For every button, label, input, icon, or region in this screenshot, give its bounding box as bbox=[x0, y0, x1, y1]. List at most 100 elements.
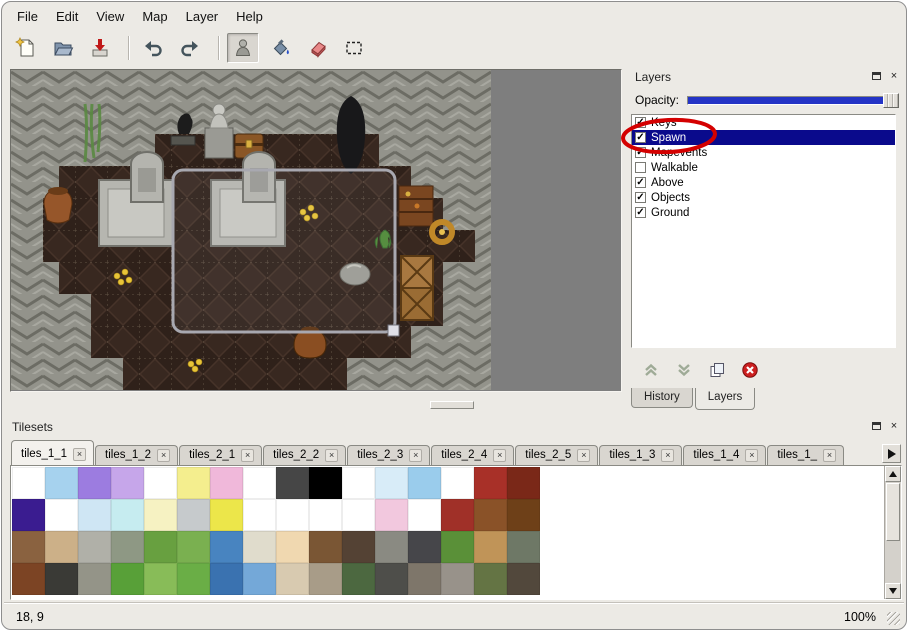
tileset-tab[interactable]: tiles_1_3 × bbox=[599, 445, 682, 465]
palette-tile[interactable] bbox=[309, 467, 342, 499]
palette-tile[interactable] bbox=[342, 467, 375, 499]
rect-select-tool-button[interactable] bbox=[338, 33, 370, 63]
palette-tile[interactable] bbox=[375, 499, 408, 531]
palette-tile[interactable] bbox=[441, 499, 474, 531]
fill-tool-button[interactable] bbox=[264, 33, 296, 63]
palette-tile[interactable] bbox=[507, 467, 540, 499]
palette-tile[interactable] bbox=[78, 499, 111, 531]
layer-checkbox[interactable] bbox=[635, 162, 646, 173]
menu-item[interactable]: Help bbox=[227, 6, 272, 27]
palette-tile[interactable] bbox=[474, 467, 507, 499]
tab-close-icon[interactable]: × bbox=[409, 449, 422, 462]
undo-button[interactable] bbox=[137, 33, 169, 63]
palette-tile[interactable] bbox=[111, 563, 144, 595]
scroll-down-button[interactable] bbox=[885, 583, 901, 599]
tab-close-icon[interactable]: × bbox=[493, 449, 506, 462]
map-selection-rect[interactable] bbox=[173, 170, 399, 336]
dock-tab[interactable]: History bbox=[631, 388, 693, 408]
palette-tile[interactable] bbox=[111, 499, 144, 531]
palette-tile[interactable] bbox=[441, 531, 474, 563]
palette-tile[interactable] bbox=[12, 499, 45, 531]
close-button[interactable]: × bbox=[887, 69, 901, 83]
palette-tile[interactable] bbox=[408, 499, 441, 531]
open-file-button[interactable] bbox=[47, 33, 79, 63]
palette-tile[interactable] bbox=[12, 563, 45, 595]
palette-tile[interactable] bbox=[111, 531, 144, 563]
palette-tile[interactable] bbox=[45, 563, 78, 595]
save-button[interactable] bbox=[84, 33, 116, 63]
palette-tile[interactable] bbox=[507, 563, 540, 595]
tab-close-icon[interactable]: × bbox=[157, 449, 170, 462]
layer-row[interactable]: ✓ Ground bbox=[632, 205, 895, 220]
palette-tile[interactable] bbox=[45, 531, 78, 563]
palette-tile[interactable] bbox=[474, 531, 507, 563]
palette-tile[interactable] bbox=[243, 563, 276, 595]
palette-tile[interactable] bbox=[177, 563, 210, 595]
duplicate-layer-button[interactable] bbox=[707, 360, 727, 380]
palette-tile[interactable] bbox=[12, 467, 45, 499]
close-button[interactable]: × bbox=[887, 419, 901, 433]
tileset-tab[interactable]: tiles_2_3 × bbox=[347, 445, 430, 465]
tab-close-icon[interactable]: × bbox=[325, 449, 338, 462]
layer-checkbox[interactable]: ✓ bbox=[635, 177, 646, 188]
layer-row[interactable]: ✓ Spawn bbox=[632, 130, 895, 145]
palette-tile[interactable] bbox=[45, 467, 78, 499]
map-viewport[interactable] bbox=[10, 69, 622, 392]
vertical-scrollbar[interactable] bbox=[884, 466, 901, 599]
palette-tile[interactable] bbox=[177, 531, 210, 563]
redo-button[interactable] bbox=[174, 33, 206, 63]
tileset-tab[interactable]: tiles_2_1 × bbox=[179, 445, 262, 465]
palette-tile[interactable] bbox=[210, 531, 243, 563]
palette-tile[interactable] bbox=[45, 499, 78, 531]
palette-tile[interactable] bbox=[408, 563, 441, 595]
palette-tile[interactable] bbox=[474, 499, 507, 531]
tileset-tab[interactable]: tiles_1_2 × bbox=[95, 445, 178, 465]
move-layer-down-button[interactable] bbox=[674, 360, 694, 380]
palette-tile[interactable] bbox=[276, 467, 309, 499]
float-button[interactable] bbox=[869, 419, 883, 433]
palette-tile[interactable] bbox=[276, 563, 309, 595]
layer-row[interactable]: Walkable bbox=[632, 160, 895, 175]
palette-tile[interactable] bbox=[375, 467, 408, 499]
tileset-tab[interactable]: tiles_1_1 × bbox=[11, 440, 94, 465]
menu-item[interactable]: Edit bbox=[47, 6, 87, 27]
tab-close-icon[interactable]: × bbox=[241, 449, 254, 462]
palette-tile[interactable] bbox=[243, 531, 276, 563]
palette-tile[interactable] bbox=[144, 499, 177, 531]
tab-close-icon[interactable]: × bbox=[823, 449, 836, 462]
scrollbar-thumb[interactable] bbox=[886, 483, 900, 541]
palette-tile[interactable] bbox=[210, 563, 243, 595]
float-button[interactable] bbox=[869, 69, 883, 83]
palette-tile[interactable] bbox=[243, 499, 276, 531]
layer-checkbox[interactable]: ✓ bbox=[635, 132, 646, 143]
menu-item[interactable]: File bbox=[8, 6, 47, 27]
palette-tile[interactable] bbox=[441, 563, 474, 595]
layer-checkbox[interactable]: ✓ bbox=[635, 192, 646, 203]
opacity-slider[interactable] bbox=[687, 92, 899, 108]
palette-tile[interactable] bbox=[144, 467, 177, 499]
palette-tile[interactable] bbox=[144, 531, 177, 563]
palette-tile[interactable] bbox=[78, 531, 111, 563]
palette-tile[interactable] bbox=[342, 563, 375, 595]
palette-tile[interactable] bbox=[342, 531, 375, 563]
palette-tile[interactable] bbox=[309, 563, 342, 595]
palette-tile[interactable] bbox=[177, 499, 210, 531]
map-canvas[interactable] bbox=[11, 70, 491, 390]
stamp-tool-button[interactable] bbox=[227, 33, 259, 63]
layer-row[interactable]: ✓ Objects bbox=[632, 190, 895, 205]
palette-tile[interactable] bbox=[474, 563, 507, 595]
palette-tile[interactable] bbox=[78, 563, 111, 595]
palette-tile[interactable] bbox=[276, 499, 309, 531]
eraser-tool-button[interactable] bbox=[301, 33, 333, 63]
selection-resize-handle[interactable] bbox=[388, 325, 399, 336]
palette-tile[interactable] bbox=[507, 531, 540, 563]
tab-close-icon[interactable]: × bbox=[577, 449, 590, 462]
palette-tile[interactable] bbox=[78, 467, 111, 499]
menu-item[interactable]: Layer bbox=[177, 6, 228, 27]
palette-tile[interactable] bbox=[441, 467, 474, 499]
palette-tile[interactable] bbox=[309, 531, 342, 563]
palette-tile[interactable] bbox=[309, 499, 342, 531]
palette-tile[interactable] bbox=[144, 563, 177, 595]
palette-tile[interactable] bbox=[375, 563, 408, 595]
menu-item[interactable]: Map bbox=[133, 6, 176, 27]
